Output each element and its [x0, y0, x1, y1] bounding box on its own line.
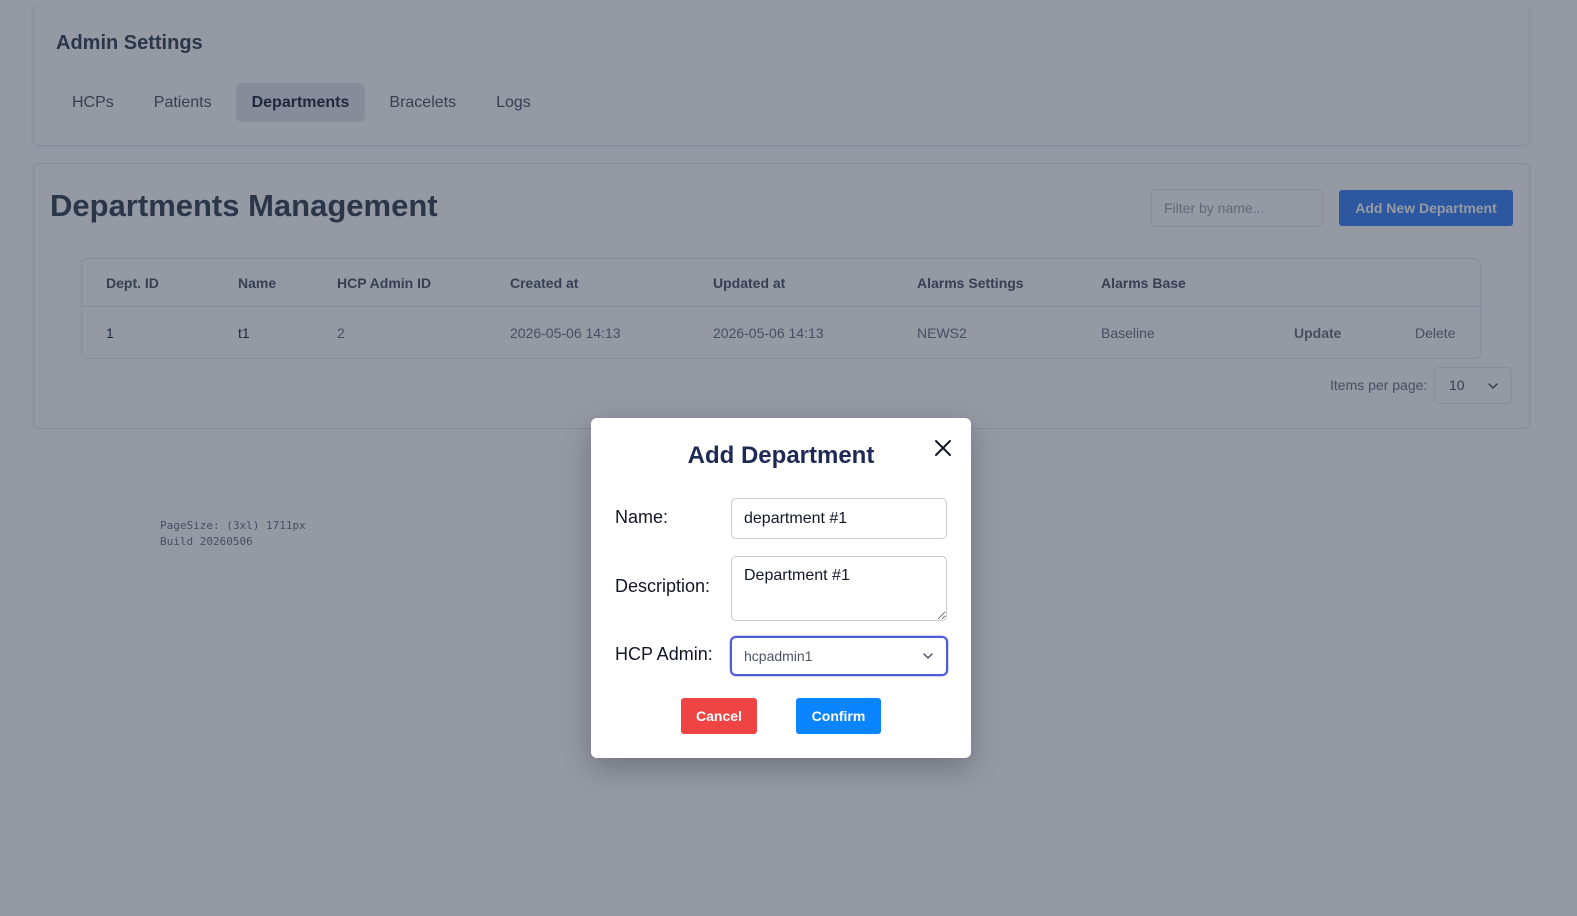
- add-department-modal: Add Department Name: Description: Depart…: [591, 418, 971, 758]
- description-textarea[interactable]: Department #1: [731, 556, 947, 621]
- name-input[interactable]: [731, 498, 947, 539]
- chevron-down-icon: [923, 653, 933, 659]
- close-button[interactable]: [931, 436, 955, 460]
- name-label: Name:: [615, 507, 669, 527]
- description-label: Description:: [615, 576, 711, 596]
- modal-title: Add Department: [687, 442, 875, 469]
- page: Admin Settings HCPs Patients Departments…: [0, 0, 1577, 916]
- hcp-admin-label: HCP Admin:: [615, 644, 713, 664]
- cancel-button[interactable]: Cancel: [681, 698, 757, 734]
- confirm-button[interactable]: Confirm: [796, 698, 881, 734]
- close-icon: [935, 440, 951, 456]
- hcp-admin-selected-value: hcpadmin1: [744, 648, 813, 664]
- hcp-admin-select[interactable]: hcpadmin1: [730, 636, 948, 676]
